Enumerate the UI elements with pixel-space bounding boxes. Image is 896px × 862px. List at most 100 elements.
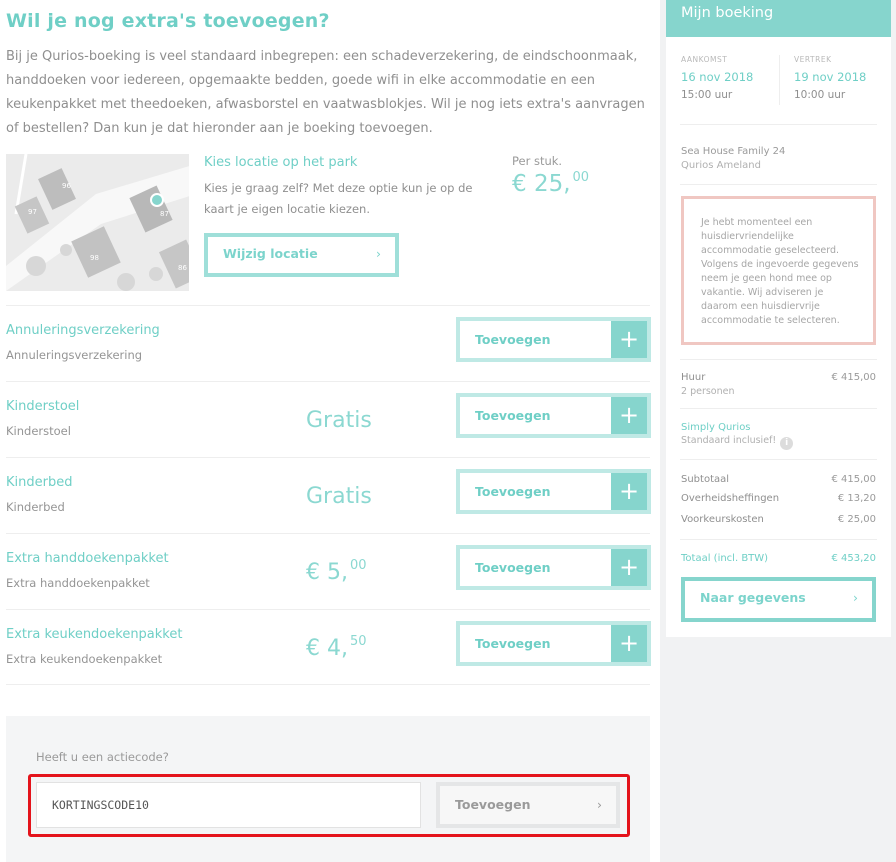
simply-qurios-sub: Standaard inclusief! i [681,435,794,450]
location-price: € 25, 00 [512,170,589,197]
extra-name: Kinderstoel [6,399,80,414]
pet-warning-box: Je hebt momenteel een huisdiervriendelij… [681,196,876,345]
total-amount: € 453,20 [831,553,876,564]
add-kinderbed-button[interactable]: Toevoegen + [456,469,651,514]
change-location-label: Wijzig locatie [223,246,318,261]
rent-amount: € 415,00 [831,372,876,383]
per-unit-label: Per stuk. [512,154,563,168]
departure-time: 10:00 uur [794,89,846,101]
promo-code-label: Heeft u een actiecode? [36,750,169,764]
total-label: Totaal (incl. BTW) [681,553,769,564]
arrival-label: Aankomst [681,55,728,64]
add-annuleringsverzekering-button[interactable]: Toevoegen + [456,317,651,362]
divider [680,184,877,185]
arrival-date: 16 nov 2018 [681,70,754,84]
plus-icon: + [611,549,647,586]
extra-name: Extra handdoekenpakket [6,551,169,566]
add-button-label: Toevoegen [475,560,551,575]
simply-qurios-label: Simply Qurios [681,422,751,433]
add-kinderstoel-button[interactable]: Toevoegen + [456,393,651,438]
map-label-97: 97 [28,208,37,216]
extra-price: Gratis [306,408,372,433]
apply-promo-button[interactable]: Toevoegen › [436,782,620,828]
extra-price: Gratis [306,484,372,509]
extra-name: Kinderbed [6,475,73,490]
extra-price: € 5, 00 [306,558,367,585]
page-title: Wil je nog extra's toevoegen? [6,10,330,32]
subtotal-amount: € 415,00 [831,474,876,485]
location-price-cents: 00 [572,170,590,185]
map-label-87: 87 [160,210,169,218]
extra-name: Extra keukendoekenpakket [6,627,183,642]
rent-persons: 2 personen [681,386,735,397]
taxes-line: Overheidsheffingen € 13,20 [681,493,876,504]
extra-price: € 4, 50 [306,634,367,661]
booking-summary-title: Mijn boeking [666,0,891,37]
date-divider [779,55,780,105]
change-location-button[interactable]: Wijzig locatie › [204,233,399,277]
extra-price [306,330,308,357]
extra-sub: Annuleringsverzekering [6,348,143,362]
accommodation-name: Sea House Family 24 [681,146,786,157]
chevron-right-icon: › [376,246,381,261]
plus-icon: + [611,473,647,510]
divider [680,359,877,360]
add-handdoekenpakket-button[interactable]: Toevoegen + [456,545,651,590]
next-step-button[interactable]: Naar gegevens › [681,577,876,622]
promo-code-input[interactable]: KORTINGSCODE10 [36,782,421,828]
extra-row-kinderstoel: Kinderstoel Kinderstoel Gratis Toevoegen… [6,381,651,457]
divider [680,539,877,540]
total-line: Totaal (incl. BTW) € 453,20 [681,553,876,564]
map-pin-icon [150,193,164,207]
add-button-label: Toevoegen [475,332,551,347]
location-price-main: € 25, [512,171,571,197]
departure-block: Vertrek 19 nov 2018 10:00 uur [794,55,866,101]
map-label-96: 96 [62,182,71,190]
taxes-label: Overheidsheffingen [681,493,780,504]
chevron-right-icon: › [597,797,602,812]
rent-label: Huur [681,372,706,383]
add-button-label: Toevoegen [475,484,551,499]
subtotal-label: Subtotaal [681,474,730,485]
divider [680,459,877,460]
departure-label: Vertrek [794,55,832,64]
intro-text: Bij je Qurios-boeking is veel standaard … [6,49,645,136]
extra-sub: Kinderstoel [6,424,71,438]
add-keukendoekenpakket-button[interactable]: Toevoegen + [456,621,651,666]
preference-costs-label: Voorkeurskosten [681,514,764,525]
location-description: Kies je graag zelf? Met deze optie kun j… [204,181,473,216]
extra-row-kinderbed: Kinderbed Kinderbed Gratis Toevoegen + [6,457,651,533]
plus-icon: + [611,321,647,358]
add-button-label: Toevoegen [475,636,551,651]
plus-icon: + [611,625,647,662]
simply-qurios-line: Simply Qurios [681,422,876,433]
extra-sub: Extra handdoekenpakket [6,576,150,590]
divider [680,124,877,125]
extra-row-annulering: Annuleringsverzekering Annuleringsverzek… [6,305,651,381]
departure-date: 19 nov 2018 [794,70,867,84]
info-icon[interactable]: i [780,437,794,450]
arrival-time: 15:00 uur [681,89,733,101]
park-name: Qurios Ameland [681,160,761,171]
plus-icon: + [611,397,647,434]
divider [680,408,877,409]
preference-costs-line: Voorkeurskosten € 25,00 [681,514,876,525]
extra-sub: Kinderbed [6,500,65,514]
rent-line: Huur € 415,00 [681,372,876,383]
arrival-block: Aankomst 16 nov 2018 15:00 uur [681,55,753,101]
extra-sub: Extra keukendoekenpakket [6,652,163,666]
next-step-label: Naar gegevens [700,590,806,605]
location-title: Kies locatie op het park [204,155,358,170]
map-label-86: 86 [178,264,187,272]
taxes-amount: € 13,20 [837,493,876,504]
add-button-label: Toevoegen [475,408,551,423]
park-map[interactable]: 96 97 87 98 86 [6,154,189,291]
simply-qurios-sub-text: Standaard inclusief! [681,435,777,446]
preference-costs-amount: € 25,00 [837,514,876,525]
subtotal-line: Subtotaal € 415,00 [681,474,876,485]
extra-name: Annuleringsverzekering [6,323,160,338]
promo-code-panel: Heeft u een actiecode? KORTINGSCODE10 To… [6,716,650,862]
main-content: Wil je nog extra's toevoegen? Bij je Qur… [0,0,660,862]
map-label-98: 98 [90,254,99,262]
extra-row-keukendoeken: Extra keukendoekenpakket Extra keukendoe… [6,609,651,685]
